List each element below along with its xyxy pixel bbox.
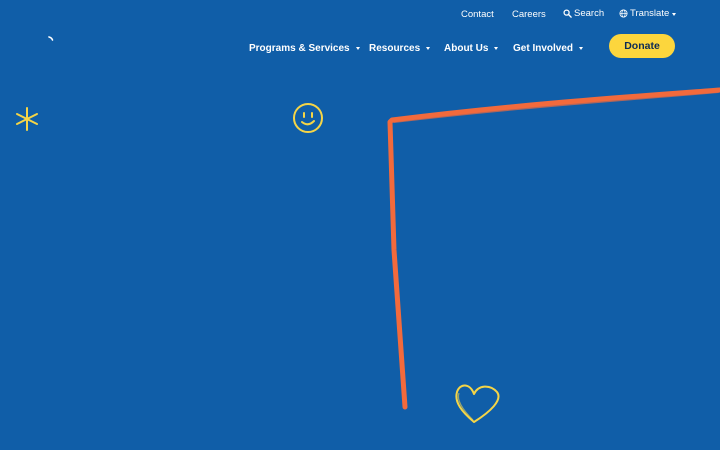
page: Contact Careers Search Translate Program… bbox=[0, 0, 720, 450]
heart-doodle-icon bbox=[455, 384, 500, 423]
frame-doodle bbox=[387, 87, 720, 410]
